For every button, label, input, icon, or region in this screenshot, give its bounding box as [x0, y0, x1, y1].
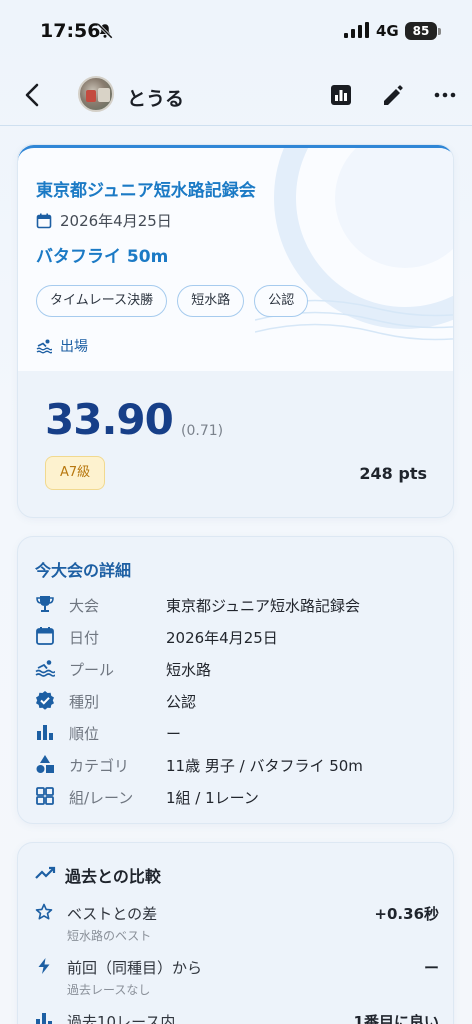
trending-up-icon [35, 866, 56, 879]
detail-value: 公認 [166, 693, 197, 711]
star-icon [35, 903, 53, 920]
detail-value: 短水路 [166, 661, 212, 679]
pool-icon [35, 660, 55, 677]
detail-label: 日付 [69, 629, 100, 647]
chip-pool[interactable]: 短水路 [177, 285, 245, 317]
comparison-sub: 短水路のベスト [67, 929, 152, 943]
meet-title: 東京都ジュニア短水路記録会 [36, 181, 256, 201]
detail-row-meet: 大会 東京都ジュニア短水路記録会 [35, 593, 435, 617]
avatar[interactable] [78, 76, 114, 112]
race-time: 33.90 [45, 395, 174, 444]
detail-label: 順位 [69, 725, 100, 743]
stats-icon[interactable] [328, 82, 354, 108]
detail-row-type: 種別 公認 [35, 689, 435, 713]
category-icon [36, 755, 54, 773]
calendar-icon [36, 627, 54, 645]
verified-icon [36, 691, 54, 710]
status-time: 17:56 [40, 20, 101, 42]
result-chips: タイムレース決勝 短水路 公認 [36, 285, 313, 317]
details-card: 今大会の詳細 大会 東京都ジュニア短水路記録会 日付 2026年4月25日 プー… [17, 536, 454, 824]
detail-value: 東京都ジュニア短水路記録会 [166, 597, 360, 615]
comparison-value: 1番目に良い [353, 1013, 439, 1024]
battery-tip [438, 28, 441, 35]
comparison-title: 過去との比較 [65, 867, 161, 886]
signal-icon [344, 22, 369, 38]
detail-row-heat-lane: 組/レーン 1組 / 1レーン [35, 785, 435, 809]
user-name: とうる [127, 88, 185, 110]
comparison-value: ー [423, 959, 439, 977]
result-date: 2026年4月25日 [36, 210, 172, 231]
detail-value: 1組 / 1レーン [166, 789, 259, 807]
reaction-time: (0.71) [181, 423, 224, 439]
chip-race-type[interactable]: タイムレース決勝 [36, 285, 168, 317]
entry-status-text: 出場 [60, 339, 88, 355]
detail-value: ー [166, 725, 182, 743]
trophy-icon [36, 596, 54, 612]
edit-pencil-icon[interactable] [380, 82, 406, 108]
bolt-icon [38, 958, 50, 974]
more-options-icon[interactable] [432, 82, 458, 108]
detail-label: プール [69, 661, 115, 679]
comparison-sub: 過去レースなし [67, 983, 151, 997]
bar-chart-icon [36, 1013, 52, 1024]
bar-chart-icon [37, 725, 53, 740]
detail-label: 大会 [69, 597, 100, 615]
points-value: 248 pts [359, 464, 427, 483]
status-bar: 17:56 4G 85 [0, 0, 472, 64]
comparison-value: +0.36秒 [374, 905, 439, 923]
entry-status: 出場 [36, 336, 88, 356]
grade-badge: A7級 [45, 456, 106, 490]
comparison-label: ベストとの差 [67, 905, 158, 923]
comparison-label: 前回（同種目）から [67, 959, 203, 977]
comparison-card: 過去との比較 ベストとの差 短水路のベスト +0.36秒 前回（同種目）から 過… [17, 842, 454, 1024]
details-title: 今大会の詳細 [35, 561, 132, 580]
result-date-text: 2026年4月25日 [60, 212, 172, 230]
wave-decoration [255, 148, 453, 341]
battery-icon: 85 [405, 22, 437, 40]
detail-row-category: カテゴリ 11歳 男子 / バタフライ 50m [35, 753, 435, 777]
calendar-icon [36, 213, 52, 229]
detail-row-rank: 順位 ー [35, 721, 435, 745]
network-type: 4G [376, 22, 399, 40]
detail-label: 種別 [69, 693, 100, 711]
app-header: とうる [0, 64, 472, 126]
grid-icon [36, 787, 54, 805]
detail-value: 2026年4月25日 [166, 629, 278, 647]
bell-muted-icon [97, 23, 113, 39]
detail-row-pool: プール 短水路 [35, 657, 435, 681]
result-card[interactable]: 東京都ジュニア短水路記録会 2026年4月25日 バタフライ 50m タイムレー… [17, 144, 454, 518]
detail-row-date: 日付 2026年4月25日 [35, 625, 435, 649]
detail-value: 11歳 男子 / バタフライ 50m [166, 757, 363, 775]
chip-official[interactable]: 公認 [254, 285, 309, 317]
comparison-label: 過去10レース内 [67, 1013, 176, 1024]
event-name: バタフライ 50m [36, 247, 169, 267]
detail-label: 組/レーン [69, 789, 134, 807]
result-card-header: 東京都ジュニア短水路記録会 2026年4月25日 バタフライ 50m タイムレー… [18, 145, 453, 371]
swimmer-icon [36, 339, 53, 354]
detail-label: カテゴリ [69, 757, 130, 775]
back-arrow-icon[interactable] [20, 82, 44, 108]
